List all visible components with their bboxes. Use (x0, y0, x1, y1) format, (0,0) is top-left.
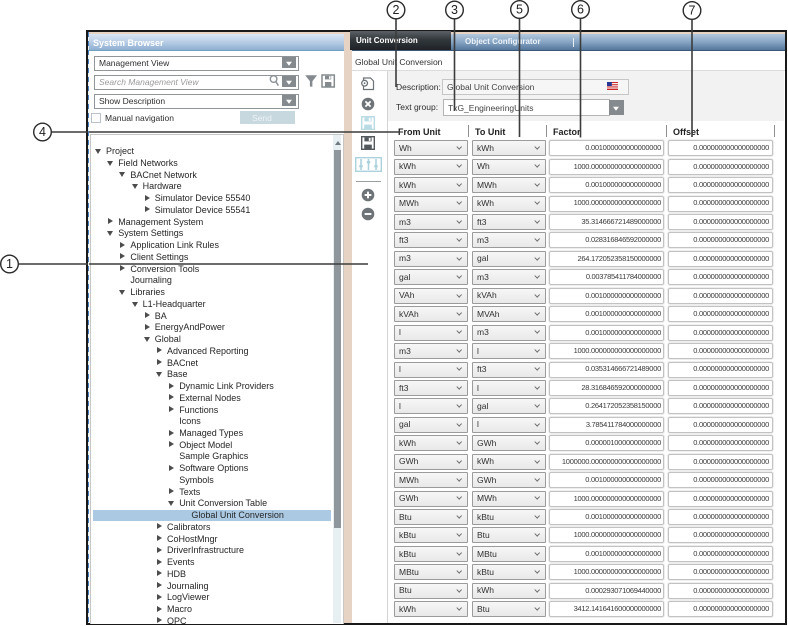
svg-text:6: 6 (577, 3, 584, 17)
svg-text:7: 7 (689, 4, 696, 18)
svg-text:3: 3 (451, 3, 458, 17)
svg-text:2: 2 (393, 3, 400, 17)
svg-text:1: 1 (6, 257, 13, 271)
svg-text:4: 4 (39, 125, 46, 139)
svg-text:5: 5 (516, 3, 523, 17)
